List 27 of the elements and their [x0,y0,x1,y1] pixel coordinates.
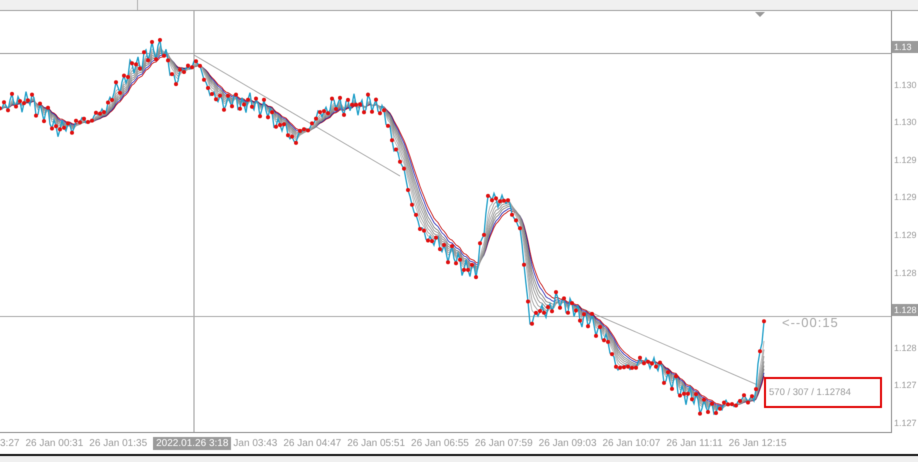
price-label: 1.127 [893,416,917,429]
triangle-icon[interactable] [755,12,765,17]
time-label: 26 Jan 11:11 [666,438,723,448]
countdown-label: <--00:15 [782,315,839,330]
time-label: 26 Jan 01:35 [89,438,148,448]
price-label: 1.128 [893,342,917,354]
price-label: 1.130 [893,116,917,128]
time-label: Jan 03:43 [233,438,278,448]
info-box: 570 / 307 / 1.12784 [764,377,882,408]
time-label: 26 Jan 12:15 [728,438,786,448]
time-label: 26 Jan 10:07 [602,438,660,448]
time-label: 26 Jan 00:31 [25,438,84,448]
crosshair-time-label: 2022.01.26 3:18 [153,436,232,450]
price-label: 1.129 [893,228,917,241]
time-label: 26 Jan 07:59 [474,438,533,448]
price-label: 1.130 [893,78,917,91]
price-label: 1.127 [893,379,917,392]
price-label: 1.129 [893,154,917,166]
time-label: 3:27 [0,438,20,448]
price-label: 1.128 [893,266,917,279]
price-label: 1.129 [893,191,917,204]
time-label: 26 Jan 06:55 [411,438,469,448]
time-label: 26 Jan 05:51 [347,438,406,448]
current-price-label: 1.128 [892,304,918,316]
time-label: 26 Jan 04:47 [283,438,342,448]
crosshair-price-label: 1.13 [892,41,918,53]
time-label: 26 Jan 09:03 [538,438,596,448]
